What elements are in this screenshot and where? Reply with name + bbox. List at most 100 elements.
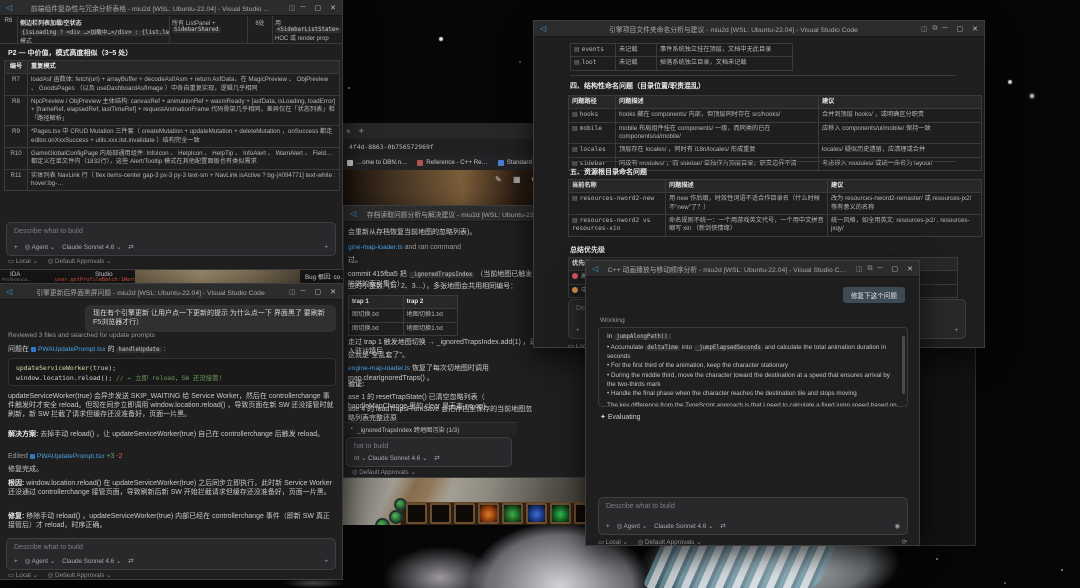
folder-icon: ▤	[572, 146, 578, 154]
local-selector[interactable]: ▭ Local ⌄	[598, 539, 628, 546]
hotbar-slot-flame[interactable]	[478, 503, 499, 524]
table-cell: ▤ locales	[568, 143, 616, 158]
new-tab-button[interactable]: +	[359, 126, 364, 136]
minimize-button[interactable]: ─	[943, 25, 948, 32]
maximize-button[interactable]: ▢	[315, 288, 322, 296]
file-link[interactable]: PWAUpdatePrompt.tsx	[29, 453, 105, 460]
tab-close-icon[interactable]: ×	[346, 127, 351, 136]
chat-input[interactable]: Describe what to build + ◎ Agent ⌄ Claud…	[6, 222, 336, 256]
model-selector[interactable]: nt ⌄ Claude Sonnet 4.6 ⌄	[354, 455, 427, 462]
minimize-button[interactable]: ─	[301, 288, 306, 295]
window-title: C++ 动画播放与移动顺序分析 - miu2d [WSL: Ubuntu-22.…	[607, 266, 847, 274]
maximize-button[interactable]: ▢	[315, 4, 322, 12]
chat-input[interactable]: hat to build nt ⌄ Claude Sonnet 4.6 ⌄ ⇄	[346, 437, 512, 467]
sliders-icon[interactable]: ⇄	[128, 244, 133, 251]
save-tool-icon[interactable]: ▦	[513, 175, 521, 184]
dir-path: mobile	[579, 124, 602, 132]
send-button[interactable]: +	[954, 327, 958, 334]
chat-input[interactable]: Describe what to build + ◎ Agent ⌄ Claud…	[6, 538, 336, 570]
titlebar[interactable]: ◁ 引擎更新后界面黑屏问题 - miu2d [WSL: Ubuntu-22.04…	[0, 284, 342, 300]
agent-selector[interactable]: ◎ Agent ⌄	[617, 523, 647, 530]
approvals-label: Default Approvals	[55, 572, 105, 579]
model-selector[interactable]: Claude Sonnet 4.6 ⌄	[62, 244, 121, 251]
agent-selector[interactable]: ◎ Agent ⌄	[25, 244, 55, 251]
pattern-cell: 侧边栏列表加载/空状态 {isLoading ? <div …>加载中…</di…	[18, 16, 170, 43]
hotbar-slot-ice[interactable]	[526, 503, 547, 524]
chat-text: Handle the final phase when the characte…	[610, 389, 857, 397]
layout-alt-icon[interactable]: ⧉	[933, 25, 938, 33]
model-selector[interactable]: Claude Sonnet 4.6 ⌄	[654, 523, 713, 530]
bookmark-item[interactable]: Reference - C++ Re…	[417, 159, 488, 166]
layout-icon[interactable]: ◫	[921, 25, 928, 33]
hotbar-slot-empty[interactable]	[430, 503, 451, 524]
table-cell: 未记载	[615, 42, 657, 58]
code-chip: SidebarShared	[172, 27, 221, 33]
edit-tool-icon[interactable]: ✎	[495, 175, 502, 184]
attach-button[interactable]: +	[14, 244, 18, 251]
hotbar-slot-empty[interactable]	[454, 503, 475, 524]
titlebar[interactable]: ◁ 前端组件复杂性与冗余分析表格 - miu2d [WSL: Ubuntu-22…	[0, 0, 342, 16]
close-button[interactable]: ✕	[972, 25, 978, 33]
table-cell: 命名规则不统一：一个用游戏英文代号，一个用中文拼音缩写 xin （新剑侠情缘）	[665, 214, 828, 237]
send-button[interactable]: +	[324, 244, 328, 251]
fix-issue-button[interactable]: 修复下这个问题	[842, 287, 905, 303]
file-link[interactable]: engine-map-loader.ts	[348, 365, 410, 372]
file-name: PWAUpdatePrompt.tsx	[36, 453, 105, 460]
local-selector[interactable]: ▭ Local ⌄	[8, 258, 38, 265]
titlebar[interactable]: ◁ 引擎项目文件夹命名分析与建议 - miu2d [WSL: Ubuntu-22…	[534, 21, 984, 37]
titlebar[interactable]: ◁ C++ 动画播放与移动顺序分析 - miu2d [WSL: Ubuntu-2…	[586, 261, 919, 277]
todo-progress-bar[interactable]: ◔ _ignoredTrapsIndex 跨地图污染 (1/3)	[344, 422, 517, 435]
attach-button[interactable]: +	[14, 558, 18, 565]
maximize-button[interactable]: ▢	[957, 25, 964, 33]
hotbar-slot-empty[interactable]	[406, 503, 427, 524]
maximize-button[interactable]: ▢	[892, 265, 899, 273]
code-chip: {isLoading ? <div …>加载中…</div> : {list.l…	[20, 30, 169, 36]
approvals-selector[interactable]: ◎ Default Approvals ⌄	[638, 539, 702, 546]
agent-label: Agent	[31, 558, 49, 565]
close-button[interactable]: ✕	[330, 4, 336, 12]
agent-label: Agent	[623, 523, 641, 530]
code-chip: <SidebarListState>	[275, 27, 341, 33]
sliders-icon[interactable]: ⇄	[720, 523, 725, 530]
folder-icon: ▤	[572, 195, 578, 203]
chat-input[interactable]: Describe what to build + ◎ Agent ⌄ Claud…	[598, 497, 908, 535]
table-cell: 掉落系统独立目录，文档未记载	[656, 56, 793, 71]
p2-section-heading: P2 — 中价值，模式高度相似（3~5 处）	[8, 50, 133, 57]
approvals-selector[interactable]: ◎ Default Approvals ⌄	[48, 572, 112, 579]
scrollbar[interactable]	[902, 336, 905, 394]
layout-icon[interactable]: ◫	[856, 265, 863, 273]
hotbar-slot-bird[interactable]	[550, 503, 571, 524]
layout-icon[interactable]: ◫	[289, 4, 296, 12]
priority-mid-dot	[572, 286, 578, 293]
model-selector[interactable]: Claude Sonnet 4.6 ⌄	[62, 558, 121, 565]
record-button[interactable]: ◉	[895, 523, 901, 530]
close-button[interactable]: ✕	[330, 288, 336, 296]
table-cell: 地图切换1.txt	[402, 308, 458, 323]
attach-button[interactable]: +	[606, 523, 610, 530]
ide-tab-label[interactable]: IDA	[10, 271, 20, 278]
table-cell: ▤ loot	[570, 56, 616, 71]
hotbar-orb-button[interactable]	[389, 510, 403, 524]
approvals-selector[interactable]: ◎ Default Approvals ⌄	[352, 469, 416, 476]
file-link[interactable]: gine-map-loader.ts	[348, 244, 403, 251]
hotbar-slot-swordsman[interactable]	[502, 503, 523, 524]
layout-alt-icon[interactable]: ⧉	[868, 265, 873, 273]
sliders-icon[interactable]: ⇄	[434, 455, 439, 462]
sliders-icon[interactable]: ⇄	[128, 558, 133, 565]
minimize-button[interactable]: ─	[301, 4, 306, 11]
minimize-button[interactable]: ─	[878, 265, 883, 272]
chat-text: :	[163, 346, 166, 353]
approvals-selector[interactable]: ◎ Default Approvals ⌄	[48, 258, 112, 265]
bookmark-item[interactable]: …ome to DBN.n…	[347, 159, 407, 166]
local-selector[interactable]: ▭ Local ⌄	[8, 572, 38, 579]
refresh-icon[interactable]: ⟳	[902, 539, 907, 546]
agent-selector[interactable]: ◎ Agent ⌄	[25, 558, 55, 565]
close-button[interactable]: ✕	[907, 265, 913, 273]
file-link[interactable]: PWAUpdatePrompt.tsx	[30, 346, 106, 353]
layout-icon[interactable]: ◫	[289, 288, 296, 296]
problem-line: 问题在 PWAUpdatePrompt.tsx 的 handleUpdate :	[8, 345, 336, 355]
attach-button[interactable]: +	[576, 327, 580, 334]
send-button[interactable]: +	[324, 558, 328, 565]
table-header-cell: 问题描述	[615, 94, 819, 110]
statusbar: ◎ Default Approvals ⌄	[352, 469, 416, 476]
